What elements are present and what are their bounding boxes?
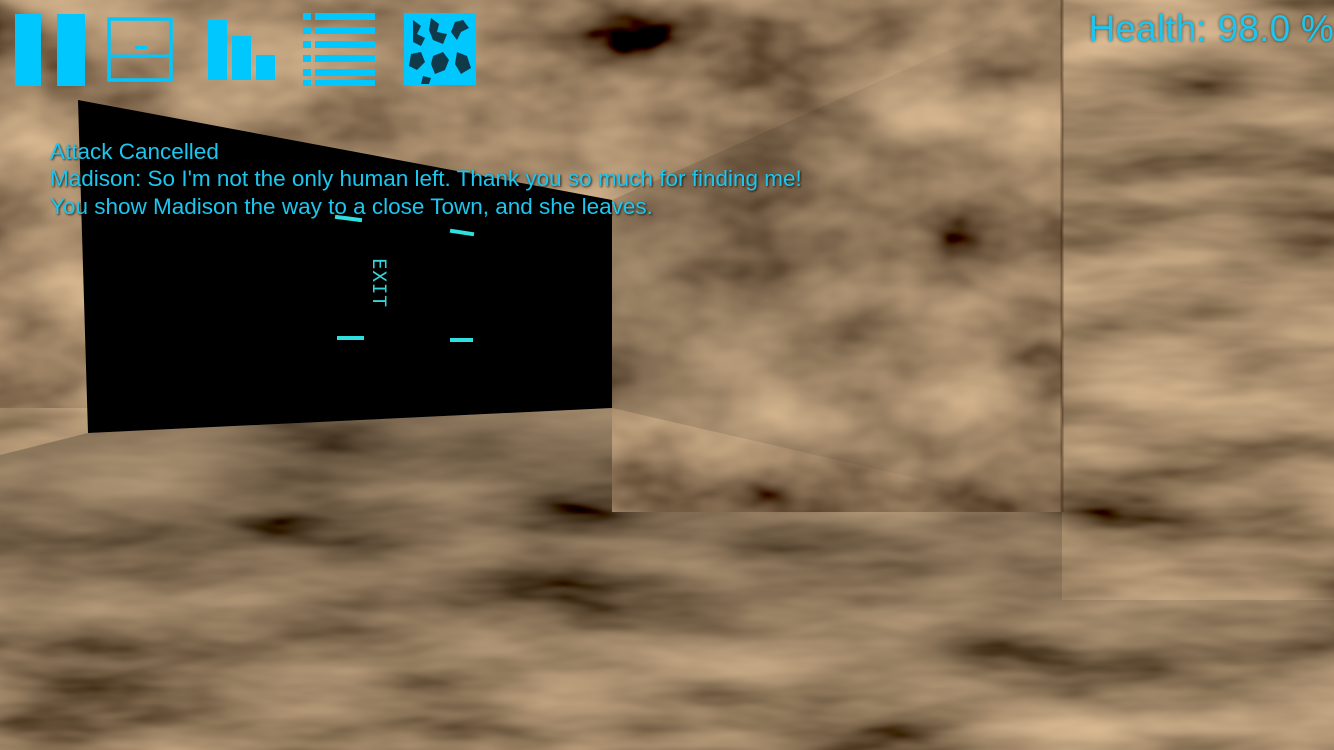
cave-scene xyxy=(0,0,1334,750)
cave-far-right-wall xyxy=(1062,0,1334,600)
inventory-button[interactable] xyxy=(106,12,180,86)
inventory-icon xyxy=(107,17,173,82)
stats-button[interactable] xyxy=(205,12,279,86)
health-readout: Health: 98.0 % xyxy=(1088,8,1334,49)
stats-icon xyxy=(208,20,275,80)
map-icon xyxy=(404,13,476,85)
message-log: Attack Cancelled Madison: So I'm not the… xyxy=(50,138,830,220)
log-line: Attack Cancelled xyxy=(50,139,219,164)
list-button[interactable] xyxy=(301,12,375,86)
exit-sign-text: EXIT xyxy=(368,258,390,308)
pause-button[interactable] xyxy=(12,12,86,86)
log-line: You show Madison the way to a close Town… xyxy=(50,193,653,219)
map-button[interactable] xyxy=(403,12,477,86)
list-icon xyxy=(303,13,375,86)
pause-icon xyxy=(15,14,85,86)
log-line: Madison: So I'm not the only human left.… xyxy=(50,166,802,192)
